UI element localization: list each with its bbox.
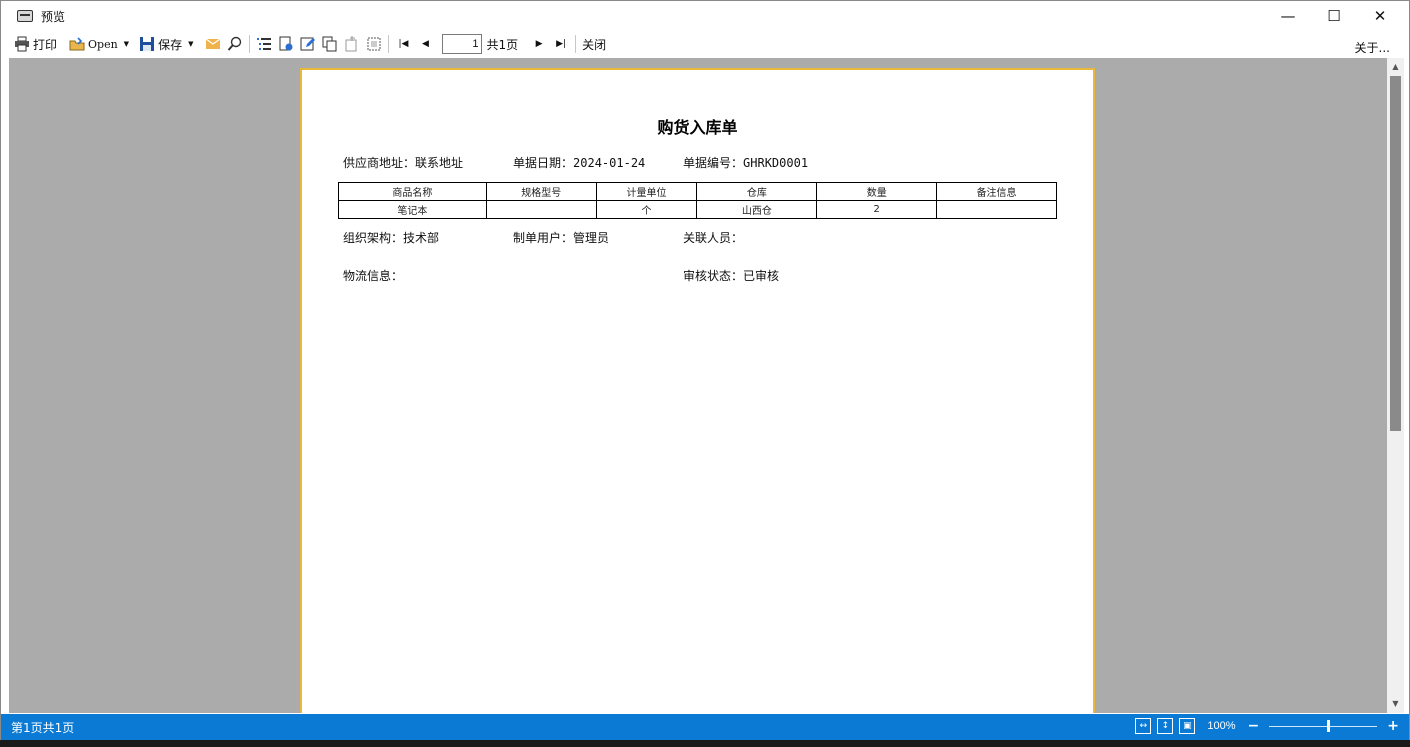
table-cell (936, 200, 1057, 219)
new-page-button[interactable] (341, 33, 363, 55)
about-button[interactable]: 关于... (1352, 36, 1393, 58)
report-page: 购货入库单 供应商地址：联系地址 单据日期：2024-01-24 单据编号：GH… (300, 68, 1095, 713)
zoom-level: 100% (1207, 720, 1236, 732)
column-header: 数量 (816, 182, 938, 201)
watermark-icon (366, 36, 382, 52)
column-header: 仓库 (696, 182, 818, 201)
outline-button[interactable] (253, 33, 275, 55)
title-bar: 预览 — ☐ ✕ (1, 1, 1409, 31)
preview-viewport[interactable]: 购货入库单 供应商地址：联系地址 单据日期：2024-01-24 单据编号：GH… (9, 58, 1387, 713)
save-dropdown-icon[interactable]: ▼ (188, 40, 193, 48)
page-setup-icon (278, 36, 294, 52)
table-cell: 笔记本 (338, 200, 487, 219)
toolbar-separator (575, 35, 577, 53)
zoom-controls: ↔ ↕ ▣ 100% − + (1135, 718, 1399, 734)
logistics-field: 物流信息： (343, 269, 404, 283)
column-header: 计量单位 (595, 182, 698, 201)
zoom-in-icon[interactable]: + (1387, 718, 1399, 734)
last-page-icon: ▶| (556, 39, 567, 49)
copy-page-button[interactable] (319, 33, 341, 55)
column-header: 规格型号 (485, 182, 597, 201)
items-table: 商品名称 规格型号 计量单位 仓库 数量 备注信息 笔记本 个 山西仓 2 (338, 182, 1057, 219)
close-preview-button[interactable]: 关闭 (579, 33, 609, 55)
close-label: 关闭 (582, 37, 607, 52)
column-header: 商品名称 (338, 182, 487, 201)
audit-status-field: 审核状态：已审核 (683, 269, 780, 283)
close-window-button[interactable]: ✕ (1357, 1, 1403, 31)
vertical-scrollbar[interactable]: ▲ ▼ (1387, 58, 1404, 713)
printer-icon (14, 36, 30, 52)
next-page-button[interactable]: ▶ (528, 33, 550, 55)
print-label: 打印 (33, 37, 58, 52)
open-icon (69, 36, 85, 52)
table-header-row: 商品名称 规格型号 计量单位 仓库 数量 备注信息 (338, 182, 1057, 201)
zoom-slider-knob[interactable] (1327, 719, 1331, 732)
new-page-icon (344, 36, 360, 52)
scrollbar-thumb[interactable] (1390, 76, 1401, 431)
preview-window: 预览 — ☐ ✕ 打印 Open ▼ 保存 ▼ |◀ ◀ 1 共1页 ▶ ▶| … (0, 0, 1410, 747)
floppy-disk-icon (139, 36, 155, 52)
find-button[interactable] (224, 33, 246, 55)
table-cell (485, 200, 597, 219)
page-number-input[interactable]: 1 (442, 34, 483, 54)
page-info: 第1页共1页 (11, 720, 75, 735)
maximize-button[interactable]: ☐ (1311, 1, 1357, 31)
bill-no-field: 单据编号：GHRKD0001 (683, 156, 809, 170)
table-row: 笔记本 个 山西仓 2 (338, 200, 1057, 219)
first-page-button[interactable]: |◀ (392, 33, 414, 55)
toolbar-separator (388, 35, 390, 53)
fit-width-icon[interactable]: ↔ (1135, 718, 1152, 734)
magnifier-icon (227, 36, 243, 52)
document-title: 购货入库单 (657, 118, 738, 137)
table-cell: 个 (595, 200, 698, 219)
column-header: 备注信息 (936, 182, 1057, 201)
watermark-button[interactable] (363, 33, 385, 55)
zoom-slider[interactable] (1269, 719, 1378, 732)
outline-list-icon (256, 36, 272, 52)
fit-page-icon[interactable]: ↕ (1157, 718, 1174, 734)
org-field: 组织架构：技术部 (343, 231, 440, 245)
taskbar-strip (0, 740, 1410, 747)
status-bar: 第1页共1页 ↔ ↕ ▣ 100% − + (1, 714, 1409, 740)
prev-page-button[interactable]: ◀ (414, 33, 436, 55)
page-setup-button[interactable] (275, 33, 297, 55)
open-button[interactable]: Open ▼ (66, 33, 132, 55)
first-page-icon: |◀ (398, 39, 409, 49)
window-title: 预览 (41, 9, 66, 24)
copy-icon (322, 36, 338, 52)
email-button[interactable] (202, 33, 224, 55)
scroll-up-icon[interactable]: ▲ (1387, 60, 1404, 74)
table-cell: 2 (816, 200, 938, 219)
printer-app-icon (17, 10, 33, 22)
zoom-out-icon[interactable]: − (1248, 718, 1260, 734)
next-page-icon: ▶ (535, 39, 543, 49)
about-label: 关于... (1354, 40, 1390, 55)
scroll-down-icon[interactable]: ▼ (1387, 697, 1404, 711)
save-button[interactable]: 保存 ▼ (136, 33, 196, 55)
prev-page-icon: ◀ (422, 39, 429, 49)
actual-size-icon[interactable]: ▣ (1179, 718, 1196, 734)
envelope-icon (205, 36, 221, 52)
creator-field: 制单用户：管理员 (513, 231, 610, 245)
open-label: Open (88, 37, 118, 51)
bill-date-field: 单据日期：2024-01-24 (513, 156, 646, 170)
open-dropdown-icon[interactable]: ▼ (124, 40, 129, 48)
toolbar-separator (249, 35, 251, 53)
edit-button[interactable] (297, 33, 319, 55)
toolbar: 打印 Open ▼ 保存 ▼ |◀ ◀ 1 共1页 ▶ ▶| 关闭 关于... (1, 31, 1409, 57)
edit-icon (300, 36, 316, 52)
save-label: 保存 (158, 37, 183, 52)
last-page-button[interactable]: ▶| (550, 33, 572, 55)
supplier-address-field: 供应商地址：联系地址 (343, 156, 464, 170)
minimize-button[interactable]: — (1265, 1, 1311, 31)
print-button[interactable]: 打印 (11, 33, 60, 55)
total-pages-label: 共1页 (486, 37, 519, 52)
table-cell: 山西仓 (696, 200, 818, 219)
related-person-field: 关联人员： (683, 231, 744, 245)
